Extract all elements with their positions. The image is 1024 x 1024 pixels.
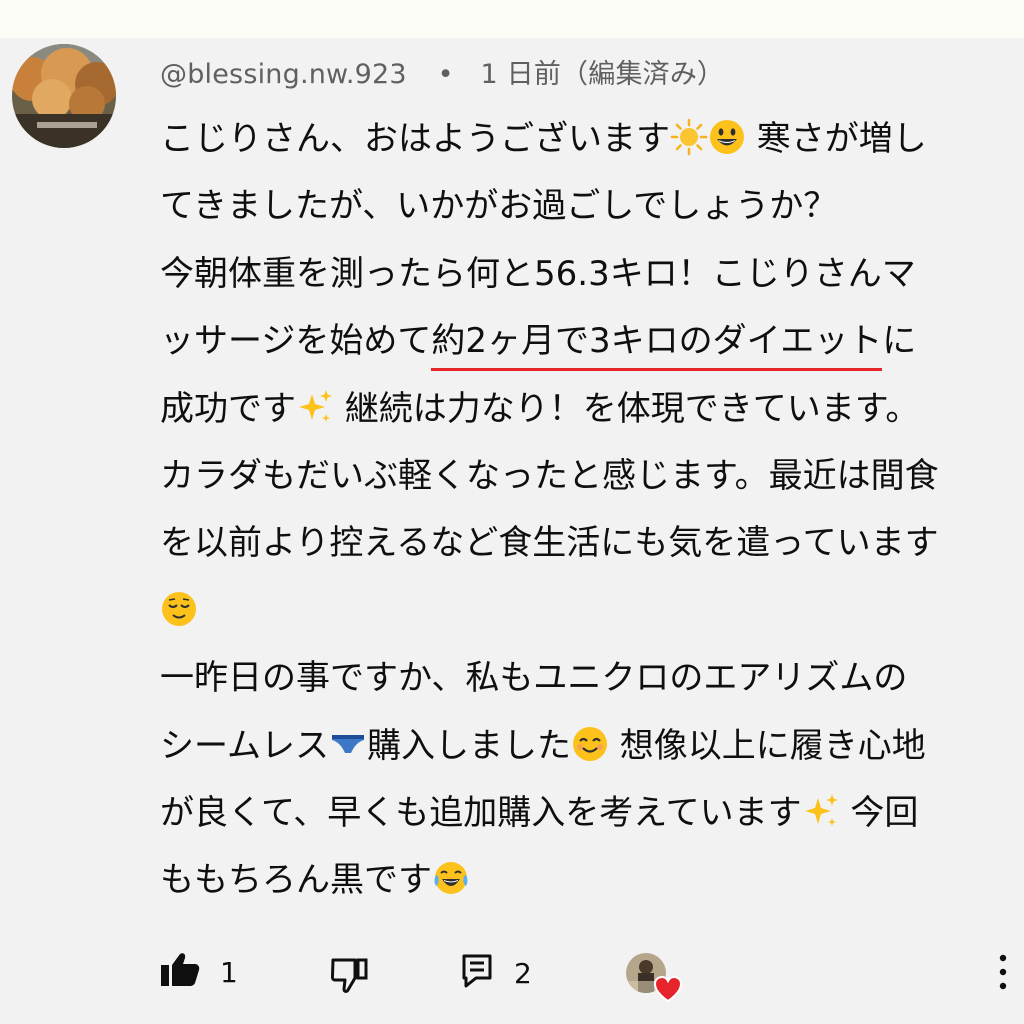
comment-text-span: ッサージを始めて (160, 321, 432, 362)
grin-emoji (708, 118, 746, 156)
comment-text-span: ももちろん黒です (160, 860, 432, 901)
more-vert-icon[interactable] (996, 952, 1010, 992)
like-count: 1 (220, 955, 238, 989)
relieved-emoji (160, 590, 198, 628)
reply-count: 2 (514, 956, 532, 990)
sun-emoji (670, 118, 708, 156)
dislike-button[interactable] (330, 956, 370, 998)
top-bar (0, 0, 1024, 38)
comment-line: 一昨日の事ですか、私もユニクロのエアリズムの (160, 645, 1020, 712)
comment-text-span: 今回 (839, 792, 919, 833)
comment-line: カラダもだいぶ軽くなったと感じます。最近は間食 (160, 443, 1020, 510)
comment-text-span: に (882, 321, 917, 362)
comment-text-span: 成功です (160, 388, 296, 429)
sparkles-emoji (296, 388, 334, 426)
comment-line: 成功です 継続は力なり！を体現できています。 (160, 376, 1020, 443)
comment-line: を以前より控えるなど食生活にも気を遣っています (160, 510, 1020, 577)
comment-text-span: 寒さが増し (746, 119, 927, 159)
meta-separator: • (437, 59, 454, 90)
comment-line: 今朝体重を測ったら何と56.3キロ！こじりさんマ (160, 241, 1020, 308)
like-button[interactable]: 1 (160, 952, 238, 992)
comment-text-span: こじりさん、おはようございます (160, 119, 670, 159)
comment-meta: @blessing.nw.923 • 1 日前（編集済み） (160, 52, 724, 91)
comment-text-span: てきましたが、いかがお過ごしでしょうか？ (160, 186, 838, 227)
comment-line: てきましたが、いかがお過ごしでしょうか？ (160, 173, 1020, 240)
author-avatar[interactable] (12, 44, 116, 148)
sparkles-emoji (802, 792, 840, 830)
comment-line: ッサージを始めて約2ヶ月で3キロのダイエットに (160, 308, 1020, 375)
comment-text-span: 継続は力なり！を体現できています。 (334, 388, 920, 429)
comment-line: が良くて、早くも追加購入を考えています 今回 (160, 780, 1020, 847)
comment-text-span: カラダもだいぶ軽くなったと感じます。最近は間食 (160, 455, 939, 496)
reply-button[interactable]: 2 (462, 954, 532, 992)
comment-text-span: 想像以上に履き心地 (608, 725, 926, 766)
comment-text-span: 購入しました (366, 725, 571, 766)
comment-line (160, 578, 1020, 645)
comment-text-span: シームレス (160, 725, 329, 766)
thumbs-down-icon (330, 956, 370, 998)
comment-timestamp: 1 日前（編集済み） (480, 59, 725, 90)
tears-of-joy-emoji (432, 859, 470, 897)
comment-text-span: 一昨日の事ですか、私もユニクロのエアリズムの (160, 658, 908, 699)
author-handle[interactable]: @blessing.nw.923 (160, 59, 407, 90)
comment-line: こじりさん、おはようございます 寒さが増し (160, 106, 1020, 173)
highlighted-text: 約2ヶ月で3キロのダイエット (431, 321, 883, 362)
comment-text-span: 今朝体重を測ったら何と56.3キロ！こじりさんマ (160, 253, 916, 294)
briefs-emoji (329, 725, 367, 763)
smile-emoji (571, 725, 609, 763)
comment-text-span: が良くて、早くも追加購入を考えています (160, 792, 802, 833)
comment-line: シームレス 購入しました 想像以上に履き心地 (160, 713, 1020, 780)
reply-icon (462, 954, 492, 992)
heart-icon (653, 975, 683, 1003)
comment-line: ももちろん黒です (160, 847, 1020, 914)
thumbs-up-icon (160, 952, 200, 992)
comment-text: こじりさん、おはようございます 寒さが増してきましたが、いかがお過ごしでしょうか… (160, 106, 1020, 915)
comment-text-span: を以前より控えるなど食生活にも気を遣っています (160, 523, 939, 564)
